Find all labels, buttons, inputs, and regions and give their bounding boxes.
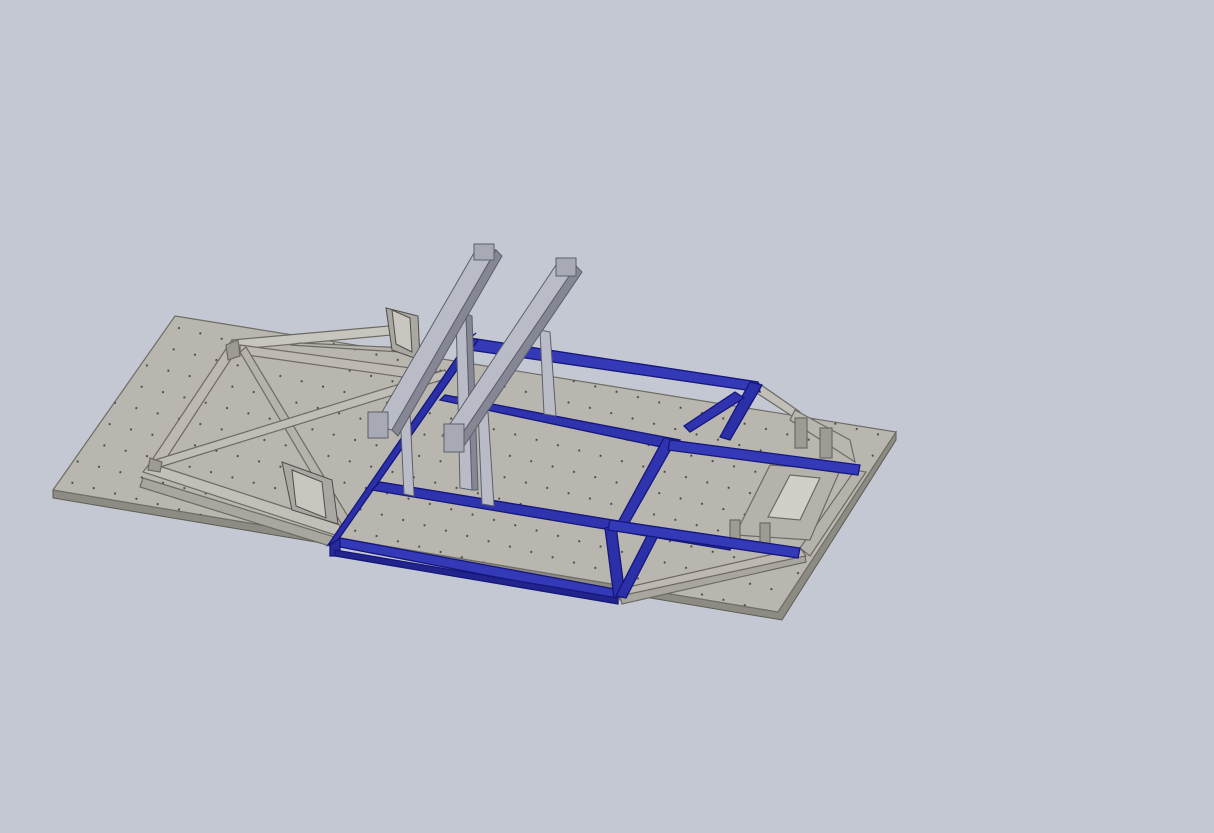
cad-viewport[interactable] [0,0,1214,833]
chassis-fixture-3d-render [51,243,898,621]
